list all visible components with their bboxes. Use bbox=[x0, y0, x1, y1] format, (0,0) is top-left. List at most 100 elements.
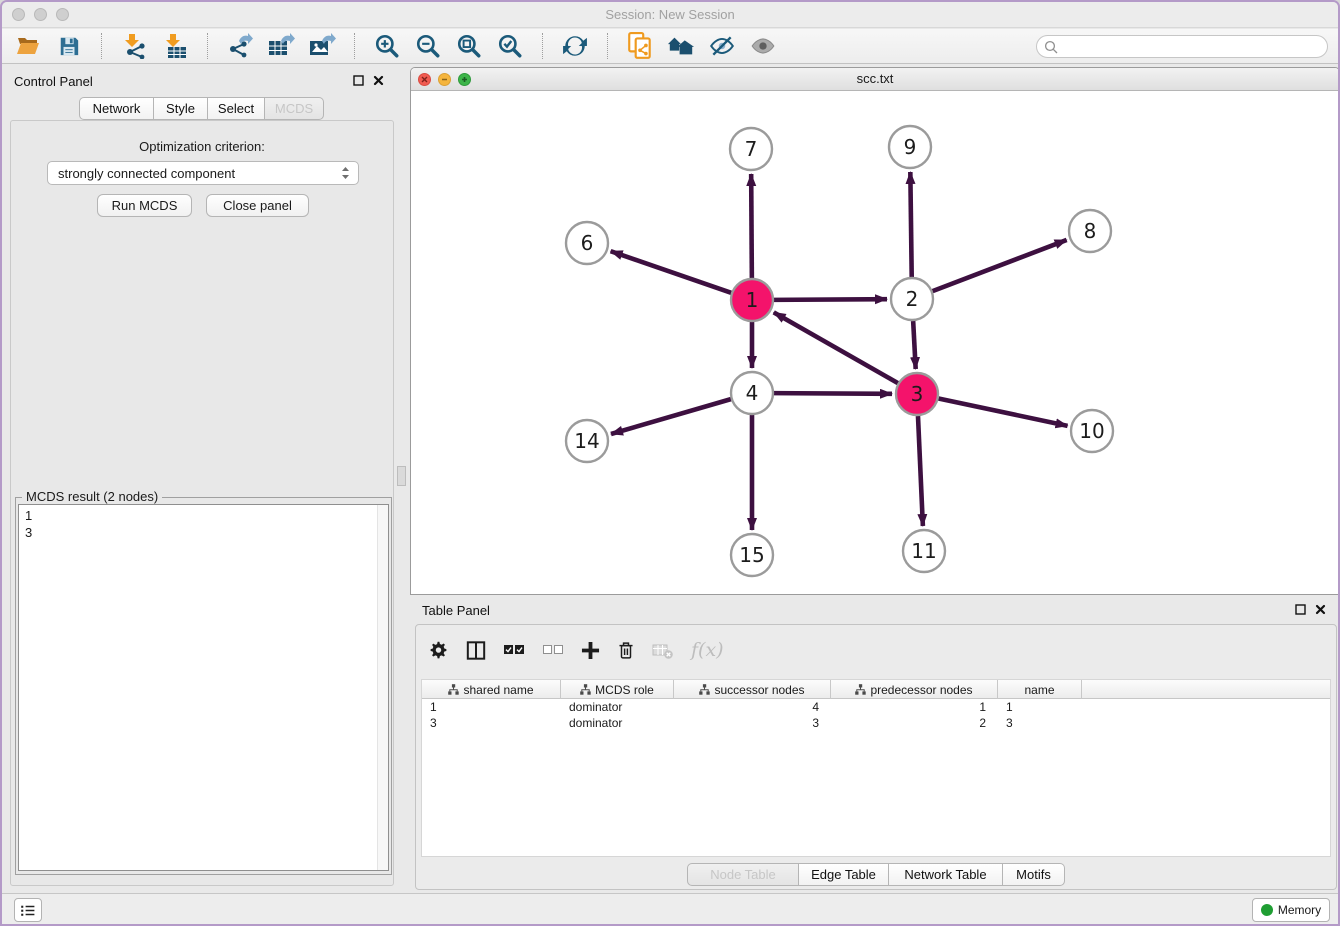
apply-layout-icon[interactable] bbox=[561, 32, 589, 60]
table-tabs: Node Table Edge Table Network Table Moti… bbox=[687, 863, 1065, 887]
column-header-shared-name[interactable]: shared name bbox=[422, 680, 561, 699]
unselect-all-icon[interactable] bbox=[542, 641, 564, 659]
search-box[interactable] bbox=[1036, 35, 1328, 58]
edge-4-3[interactable] bbox=[774, 393, 892, 394]
control-panel-tabs: Network Style Select MCDS bbox=[79, 97, 324, 120]
window-controls[interactable] bbox=[12, 8, 69, 21]
criterion-select[interactable]: strongly connected component bbox=[47, 161, 359, 185]
status-bar: Memory bbox=[2, 893, 1338, 924]
run-mcds-button[interactable]: Run MCDS bbox=[97, 194, 192, 217]
edge-2-9[interactable] bbox=[910, 172, 911, 277]
edge-1-6[interactable] bbox=[611, 251, 732, 293]
hide-selected-icon[interactable] bbox=[708, 32, 736, 60]
column-header-predecessor-nodes[interactable]: predecessor nodes bbox=[831, 680, 998, 699]
network-view-window: scc.txt 7968124314101511 bbox=[410, 67, 1340, 595]
network-graph[interactable]: 7968124314101511 bbox=[411, 91, 1339, 595]
edge-4-14[interactable] bbox=[611, 399, 731, 434]
export-image-icon[interactable] bbox=[308, 32, 336, 60]
table-body: 1dominator4113dominator323 bbox=[422, 699, 1330, 731]
task-list-icon bbox=[20, 903, 36, 918]
optimization-criterion-label: Optimization criterion: bbox=[11, 139, 393, 154]
delete-table-icon[interactable] bbox=[652, 641, 674, 660]
edge-1-7[interactable] bbox=[751, 174, 752, 278]
delete-column-icon[interactable] bbox=[617, 640, 635, 661]
toolbar-separator bbox=[607, 33, 608, 59]
network-minimize-icon[interactable] bbox=[438, 73, 451, 86]
edge-2-3[interactable] bbox=[913, 321, 916, 369]
import-table-icon[interactable] bbox=[161, 32, 189, 60]
node-table: shared nameMCDS rolesuccessor nodesprede… bbox=[421, 679, 1331, 857]
zoom-in-icon[interactable] bbox=[373, 32, 401, 60]
tab-mcds[interactable]: MCDS bbox=[265, 97, 324, 120]
save-session-icon[interactable] bbox=[55, 32, 83, 60]
minimize-window-icon[interactable] bbox=[34, 8, 47, 21]
node-label-4: 4 bbox=[746, 381, 759, 405]
tab-style[interactable]: Style bbox=[154, 97, 208, 120]
node-label-15: 15 bbox=[739, 543, 764, 567]
search-input[interactable] bbox=[1062, 38, 1327, 56]
edge-2-8[interactable] bbox=[933, 240, 1067, 291]
table-row[interactable]: 3dominator323 bbox=[422, 715, 1330, 731]
table-toolbar: f(x) bbox=[428, 631, 724, 669]
tab-edge-table[interactable]: Edge Table bbox=[799, 863, 889, 886]
network-window-title: scc.txt bbox=[411, 68, 1339, 90]
sort-hierarchy-icon bbox=[855, 684, 866, 695]
mcds-result-title: MCDS result (2 nodes) bbox=[22, 489, 162, 504]
edge-3-1[interactable] bbox=[774, 312, 898, 383]
edge-3-11[interactable] bbox=[918, 416, 923, 526]
tab-network[interactable]: Network bbox=[79, 97, 154, 120]
node-label-2: 2 bbox=[906, 287, 919, 311]
zoom-fit-icon[interactable] bbox=[455, 32, 483, 60]
export-table-icon[interactable] bbox=[267, 32, 295, 60]
show-columns-icon[interactable] bbox=[466, 640, 486, 661]
control-panel: Control Panel Network Style Select MCDS … bbox=[2, 64, 402, 893]
column-header-successor-nodes[interactable]: successor nodes bbox=[674, 680, 831, 699]
memory-button[interactable]: Memory bbox=[1252, 898, 1330, 922]
memory-status-icon bbox=[1261, 904, 1273, 916]
mcds-result-output[interactable]: 1 3 bbox=[18, 504, 389, 871]
mcds-result-group: MCDS result (2 nodes) 1 3 bbox=[15, 497, 392, 875]
node-label-3: 3 bbox=[911, 382, 924, 406]
table-header-row: shared nameMCDS rolesuccessor nodesprede… bbox=[422, 680, 1330, 699]
table-row[interactable]: 1dominator411 bbox=[422, 699, 1330, 715]
tab-network-table[interactable]: Network Table bbox=[889, 863, 1003, 886]
table-settings-gear-icon[interactable] bbox=[428, 640, 449, 661]
close-window-icon[interactable] bbox=[12, 8, 25, 21]
zoom-out-icon[interactable] bbox=[414, 32, 442, 60]
edge-1-2[interactable] bbox=[774, 299, 887, 300]
toolbar-separator bbox=[542, 33, 543, 59]
maximize-window-icon[interactable] bbox=[56, 8, 69, 21]
task-history-button[interactable] bbox=[14, 898, 42, 922]
open-session-icon[interactable] bbox=[14, 32, 42, 60]
vertical-splitter-handle[interactable] bbox=[397, 466, 406, 486]
table-panel-title: Table Panel bbox=[422, 603, 490, 618]
close-panel-icon[interactable] bbox=[373, 75, 384, 86]
float-table-panel-icon[interactable] bbox=[1295, 604, 1306, 615]
network-close-icon[interactable] bbox=[418, 73, 431, 86]
result-scrollbar[interactable] bbox=[377, 505, 388, 870]
function-builder-icon[interactable]: f(x) bbox=[691, 639, 724, 661]
import-network-icon[interactable] bbox=[120, 32, 148, 60]
copy-network-icon[interactable] bbox=[626, 32, 654, 60]
tab-node-table[interactable]: Node Table bbox=[687, 863, 799, 886]
network-maximize-icon[interactable] bbox=[458, 73, 471, 86]
tab-select[interactable]: Select bbox=[208, 97, 265, 120]
node-label-10: 10 bbox=[1079, 419, 1104, 443]
column-header-name[interactable]: name bbox=[998, 680, 1082, 699]
close-table-panel-icon[interactable] bbox=[1315, 604, 1326, 615]
float-panel-icon[interactable] bbox=[353, 75, 364, 86]
select-all-icon[interactable] bbox=[503, 641, 525, 659]
show-selected-icon[interactable] bbox=[749, 32, 777, 60]
node-label-7: 7 bbox=[745, 137, 758, 161]
memory-label: Memory bbox=[1278, 903, 1321, 917]
show-all-networks-icon[interactable] bbox=[667, 32, 695, 60]
add-column-icon[interactable] bbox=[581, 641, 600, 660]
close-panel-button[interactable]: Close panel bbox=[206, 194, 309, 217]
zoom-selected-icon[interactable] bbox=[496, 32, 524, 60]
edge-3-10[interactable] bbox=[939, 399, 1068, 426]
column-header-MCDS-role[interactable]: MCDS role bbox=[561, 680, 674, 699]
application-window: Session: New Session bbox=[0, 0, 1340, 926]
network-window-titlebar[interactable]: scc.txt bbox=[411, 68, 1339, 91]
tab-motifs[interactable]: Motifs bbox=[1003, 863, 1065, 886]
export-network-icon[interactable] bbox=[226, 32, 254, 60]
